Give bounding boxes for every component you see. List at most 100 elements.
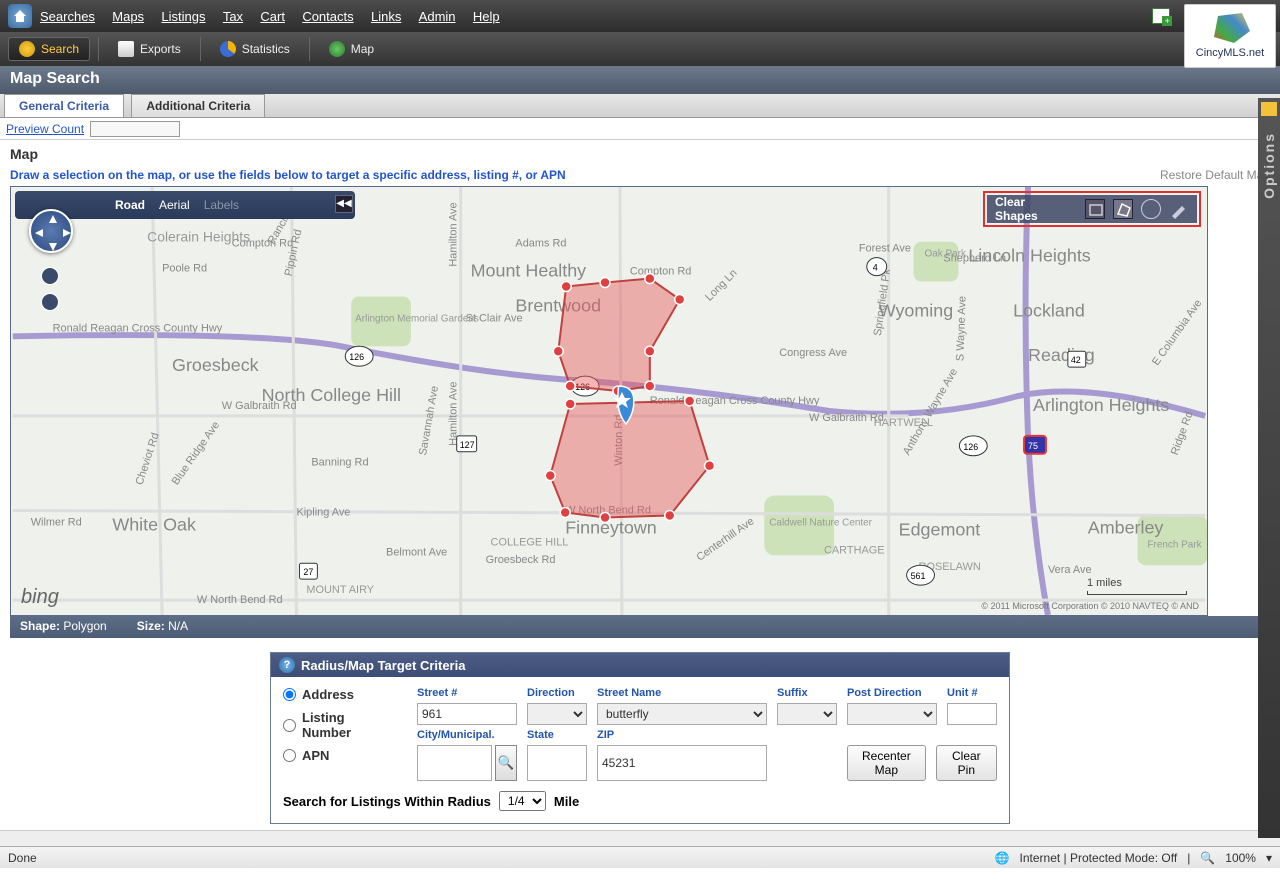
options-sidebar[interactable]: Options: [1258, 98, 1280, 838]
top-menu: Searches Maps Listings Tax Cart Contacts…: [40, 9, 514, 24]
collapse-map-controls-icon[interactable]: ◀◀: [335, 195, 353, 213]
tab-additional-criteria[interactable]: Additional Criteria: [131, 94, 265, 117]
shape-label: Shape:: [20, 619, 60, 633]
radio-apn[interactable]: APN: [283, 748, 397, 763]
search-within-label: Search for Listings Within Radius: [283, 794, 491, 809]
svg-text:W North Bend Rd: W North Bend Rd: [197, 594, 283, 606]
statistics-icon: [220, 41, 236, 57]
recenter-map-button[interactable]: Recenter Map: [847, 745, 926, 781]
map-section-title: Map: [10, 146, 38, 162]
svg-text:126: 126: [963, 442, 978, 452]
map-scale: 1 miles: [1087, 577, 1187, 595]
search-icon: [19, 41, 35, 57]
zoom-in-icon[interactable]: [41, 267, 59, 285]
toolbar-statistics-button[interactable]: Statistics: [209, 37, 301, 61]
svg-text:Kipling Ave: Kipling Ave: [296, 506, 350, 518]
city-lookup-button[interactable]: 🔍: [495, 745, 517, 781]
unit-input[interactable]: [947, 703, 997, 725]
svg-text:French Park: French Park: [1147, 539, 1201, 550]
map-status-bar: Shape: Polygon Size: N/A: [10, 616, 1270, 638]
radius-unit: Mile: [554, 794, 579, 809]
criteria-tabs: General Criteria Additional Criteria: [0, 94, 1280, 118]
radio-listing-number[interactable]: Listing Number: [283, 710, 397, 740]
map-svg: Ronald Reagan Cross County Hwy Ronald Re…: [11, 187, 1207, 615]
preview-count-link[interactable]: Preview Count: [6, 122, 84, 136]
direction-label: Direction: [527, 687, 587, 699]
zip-label: ZIP: [597, 729, 767, 741]
ohio-logo-icon: [1210, 13, 1250, 43]
menu-searches[interactable]: Searches: [40, 9, 95, 24]
menu-contacts[interactable]: Contacts: [302, 9, 353, 24]
new-window-icon[interactable]: +: [1152, 8, 1170, 24]
menu-help[interactable]: Help: [473, 9, 500, 24]
suffix-select[interactable]: [777, 703, 837, 725]
map-pan-control[interactable]: [29, 209, 73, 253]
zip-input[interactable]: [597, 745, 767, 781]
clear-pin-button[interactable]: Clear Pin: [936, 745, 997, 781]
zoom-dropdown-icon[interactable]: ▾: [1266, 851, 1272, 865]
menu-listings[interactable]: Listings: [161, 9, 205, 24]
internet-zone-icon: 🌐: [995, 851, 1010, 865]
radius-select[interactable]: 1/4: [499, 791, 546, 811]
rectangle-tool-icon[interactable]: [1085, 199, 1105, 219]
toolbar-separator: [309, 37, 310, 61]
svg-text:Forest Ave: Forest Ave: [859, 243, 911, 255]
street-name-select[interactable]: butterfly: [597, 703, 767, 725]
preview-count-row: Preview Count: [0, 118, 1280, 140]
direction-select[interactable]: [527, 703, 587, 725]
horizontal-scrollbar[interactable]: [0, 830, 1280, 846]
state-input[interactable]: [527, 745, 587, 781]
restore-default-map-link[interactable]: Restore Default Map: [1160, 168, 1270, 182]
post-direction-select[interactable]: [847, 703, 937, 725]
svg-text:Groesbeck: Groesbeck: [172, 355, 259, 375]
map-copyright: © 2011 Microsoft Corporation © 2010 NAVT…: [981, 601, 1199, 611]
menu-maps[interactable]: Maps: [112, 9, 144, 24]
help-icon[interactable]: ?: [279, 657, 295, 673]
svg-text:Arlington Heights: Arlington Heights: [1033, 395, 1169, 415]
unit-label: Unit #: [947, 687, 997, 699]
map-view-road[interactable]: Road: [115, 198, 145, 212]
svg-text:Colerain Heights: Colerain Heights: [147, 229, 250, 245]
toolbar-map-button[interactable]: Map: [318, 37, 385, 61]
svg-text:COLLEGE HILL: COLLEGE HILL: [491, 536, 569, 548]
menu-admin[interactable]: Admin: [419, 9, 456, 24]
brand-logo[interactable]: CincyMLS.net: [1184, 4, 1276, 68]
home-icon[interactable]: [8, 4, 32, 28]
status-zoom[interactable]: 100%: [1225, 851, 1256, 865]
svg-text:S Wayne Ave: S Wayne Ave: [954, 296, 968, 361]
svg-text:Pippin Rd: Pippin Rd: [283, 228, 305, 277]
svg-text:Ronald Reagan Cross County Hwy: Ronald Reagan Cross County Hwy: [53, 322, 223, 334]
circle-tool-icon[interactable]: [1141, 199, 1161, 219]
map-shape-toolbar: Clear Shapes: [987, 195, 1197, 223]
street-no-input[interactable]: [417, 703, 517, 725]
menu-links[interactable]: Links: [371, 9, 401, 24]
toolbar-separator: [98, 37, 99, 61]
menu-cart[interactable]: Cart: [260, 9, 285, 24]
menu-tax[interactable]: Tax: [223, 9, 243, 24]
options-toggle-icon[interactable]: [1261, 102, 1277, 116]
draw-tool-icon[interactable]: [1169, 199, 1189, 219]
city-input[interactable]: [417, 745, 492, 781]
svg-text:W Galbraith Rd: W Galbraith Rd: [809, 412, 884, 424]
svg-text:Oak Park: Oak Park: [925, 249, 966, 260]
zoom-icon[interactable]: 🔍: [1200, 851, 1215, 865]
toolbar-exports-button[interactable]: Exports: [107, 37, 192, 61]
tab-general-criteria[interactable]: General Criteria: [4, 94, 124, 117]
svg-text:Groesbeck Rd: Groesbeck Rd: [486, 554, 556, 566]
svg-text:Finneytown: Finneytown: [565, 517, 657, 537]
svg-text:Banning Rd: Banning Rd: [311, 457, 368, 469]
svg-text:127: 127: [460, 440, 475, 450]
polygon-tool-icon[interactable]: [1113, 199, 1133, 219]
svg-text:Savannah Ave: Savannah Ave: [417, 385, 441, 456]
exports-icon: [118, 41, 134, 57]
map-view-labels[interactable]: Labels: [204, 198, 239, 212]
toolbar-statistics-label: Statistics: [242, 42, 290, 56]
zoom-out-icon[interactable]: [41, 293, 59, 311]
clear-shapes-button[interactable]: Clear Shapes: [995, 195, 1071, 223]
toolbar-search-button[interactable]: Search: [8, 37, 90, 61]
map-canvas[interactable]: Road Aerial Labels ◀◀ Clear Shapes: [10, 186, 1208, 616]
map-view-aerial[interactable]: Aerial: [159, 198, 190, 212]
radio-address[interactable]: Address: [283, 687, 397, 702]
radius-criteria-panel: ? Radius/Map Target Criteria Address Lis…: [270, 652, 1010, 824]
content-area: Map Draw a selection on the map, or use …: [0, 140, 1280, 830]
